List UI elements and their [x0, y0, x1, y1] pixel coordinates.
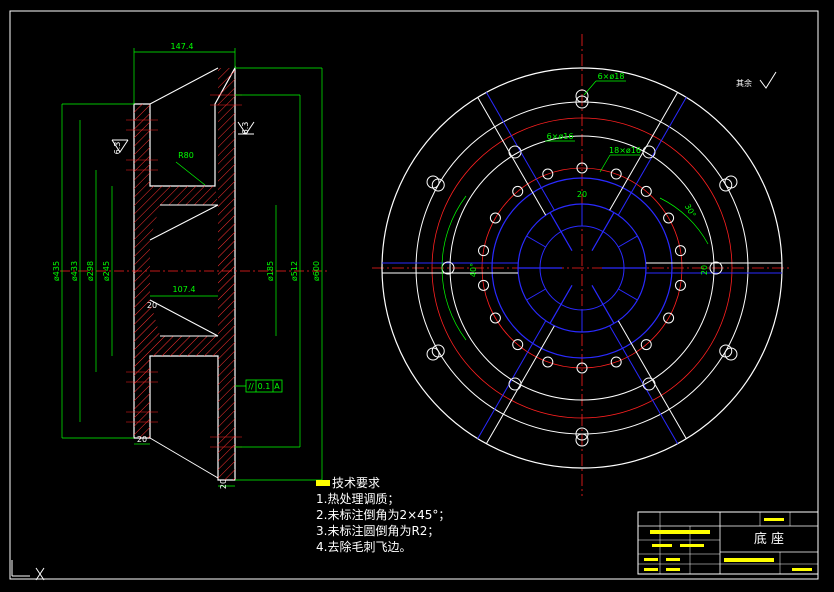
dim-small-width: 20: [147, 301, 157, 310]
tech-marker: [316, 480, 330, 486]
inner-spoke: [591, 212, 615, 251]
dim-d2: ø433: [70, 261, 79, 281]
dim-bottom-width: 20: [137, 435, 147, 444]
roughness-symbol-1: 6.3: [111, 139, 129, 155]
dim-inner-width: 107.4: [173, 285, 196, 294]
svg-text:6.3: 6.3: [113, 142, 122, 155]
hole-callout-1: 6×ø18: [598, 72, 625, 81]
dim-left-angle: 40°: [469, 263, 478, 277]
rib-line: [609, 325, 679, 444]
dim-top-width: 147.4: [171, 42, 194, 51]
dim-d5: ø185: [266, 261, 275, 281]
rib-line: [485, 325, 555, 444]
angle-arc-right: [659, 197, 709, 245]
hub-spoke: [618, 235, 638, 248]
dim-d1: ø435: [52, 261, 61, 281]
roughness-symbol-2: 6.3: [237, 122, 255, 135]
tech-item-4: 4.去除毛刺飞边。: [316, 539, 411, 554]
taper-top: [149, 67, 219, 105]
svg-text:A: A: [274, 382, 280, 391]
dim-right-slot: 20: [700, 265, 709, 275]
tech-item-3: 3.未标注圆倒角为R2；: [316, 523, 439, 538]
part-name: 底 座: [754, 531, 784, 547]
inner-spoke: [549, 212, 573, 251]
section-hatch-right: [218, 68, 235, 480]
dim-angle: 30°: [683, 202, 698, 219]
hole-callout-2: 6×ø16: [547, 132, 574, 141]
hub-spoke: [526, 288, 546, 301]
hub-spoke: [526, 235, 546, 248]
svg-text:0.1: 0.1: [258, 382, 271, 391]
dim-d4: ø245: [102, 261, 111, 281]
rib-line: [485, 92, 555, 211]
taper-bottom: [149, 437, 219, 479]
hub-spoke: [618, 288, 638, 301]
dim-top-slot: 20: [577, 190, 587, 199]
tech-title: 技术要求: [332, 476, 380, 490]
bore-taper-top: [149, 204, 219, 241]
drawing-border: [9, 10, 819, 580]
hole-callout-3: 18×ø16: [609, 146, 641, 155]
title-block: 底 座: [637, 511, 819, 575]
svg-text:6.3: 6.3: [241, 122, 250, 135]
inner-spoke: [549, 285, 573, 324]
svg-text://: //: [248, 382, 254, 391]
section-view: 147.4 107.4 20 20 20 R80 ø435 ø433 ø298 …: [52, 42, 330, 489]
roughness-note: 其余: [736, 78, 752, 88]
tech-item-2: 2.未标注倒角为2×45°；: [316, 507, 450, 522]
ucs-icon: [11, 560, 45, 581]
radius-callout: R80: [178, 151, 194, 160]
dim-d7: ø600: [312, 261, 321, 281]
inner-spoke: [591, 285, 615, 324]
radius-leader: [175, 161, 206, 186]
roughness-check-icon: [759, 71, 777, 89]
dim-d3: ø298: [86, 261, 95, 281]
gdt-frame: // 0.1 A: [235, 379, 283, 393]
bore-taper-bottom: [149, 299, 219, 337]
dim-bottom-flange: 20: [219, 479, 228, 489]
tech-item-1: 1.热处理调质；: [316, 492, 399, 506]
drawing-canvas: 147.4 107.4 20 20 20 R80 ø435 ø433 ø298 …: [9, 10, 819, 581]
plan-view: 6×ø18 6×ø16 18×ø16 20 20 40° 30° 其余: [372, 34, 792, 496]
dim-d6: ø512: [290, 261, 299, 281]
tech-requirements: 技术要求 1.热处理调质； 2.未标注倒角为2×45°； 3.未标注圆倒角为R2…: [316, 476, 450, 554]
